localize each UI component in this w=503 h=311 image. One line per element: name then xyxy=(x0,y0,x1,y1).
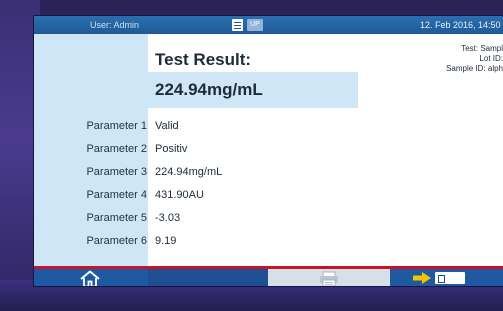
status-user: User: Admin xyxy=(90,20,140,30)
parameter-label: Parameter 6 xyxy=(86,235,147,247)
status-datetime: 12. Feb 2016, 14:50 xyxy=(420,20,501,30)
device-screen: User: Admin UP 12. Feb 2016, 14:50 Test … xyxy=(34,16,503,286)
parameter-row: Parameter 6 9.19 xyxy=(34,232,503,250)
parameter-row: Parameter 5 -3.03 xyxy=(34,209,503,227)
status-bar: User: Admin UP 12. Feb 2016, 14:50 xyxy=(34,16,503,34)
arrow-right-icon xyxy=(413,272,431,284)
next-button[interactable] xyxy=(390,269,503,286)
result-box: 224.94mg/mL xyxy=(148,72,358,108)
result-value: 224.94mg/mL xyxy=(155,80,263,99)
parameter-value: Valid xyxy=(155,120,179,132)
sample-id: Sample ID: alph xyxy=(446,64,503,73)
parameter-label: Parameter 4 xyxy=(86,189,147,201)
parameter-row: Parameter 1 Valid xyxy=(34,117,503,135)
parameter-value: 431.90AU xyxy=(155,189,204,201)
parameter-value: 224.94mg/mL xyxy=(155,166,223,178)
printer-icon xyxy=(320,271,338,286)
lot-id: Lot ID: xyxy=(479,54,503,63)
parameter-value: 9.19 xyxy=(155,235,177,247)
parameter-label: Parameter 5 xyxy=(86,212,147,224)
test-name: Test: Sampl xyxy=(461,44,503,53)
parameter-row: Parameter 4 431.90AU xyxy=(34,186,503,204)
nav-empty-slot xyxy=(148,269,268,286)
print-button[interactable] xyxy=(268,269,390,286)
parameter-label: Parameter 2 xyxy=(86,143,147,155)
document-icon[interactable] xyxy=(232,19,243,31)
test-info: Test: Sampl Lot ID: Sample ID: alph xyxy=(394,44,503,74)
home-button[interactable] xyxy=(34,269,148,286)
parameter-row: Parameter 3 224.94mg/mL xyxy=(34,163,503,181)
parameter-value: -3.03 xyxy=(155,212,181,224)
exit-icon xyxy=(435,272,465,284)
parameter-row: Parameter 2 Positiv xyxy=(34,140,503,158)
up-badge[interactable]: UP xyxy=(247,19,263,31)
parameter-value: Positiv xyxy=(155,143,188,155)
parameter-label: Parameter 3 xyxy=(86,166,147,178)
home-icon xyxy=(80,270,100,286)
parameter-label: Parameter 1 xyxy=(86,120,147,132)
result-title: Test Result: xyxy=(155,50,252,69)
